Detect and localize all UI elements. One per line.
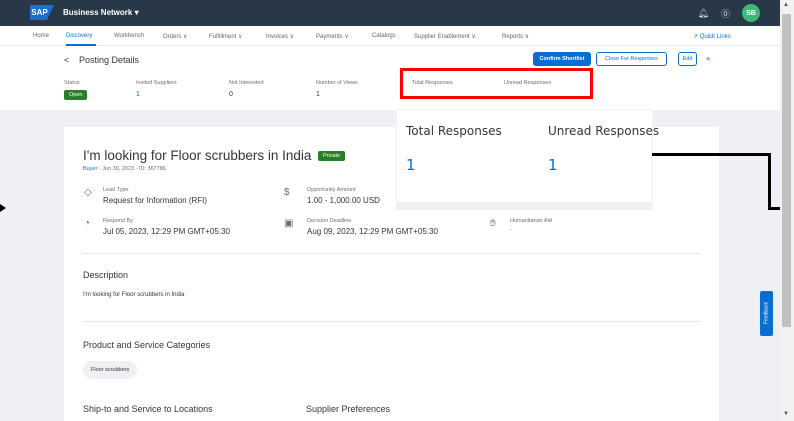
not-interested-value: 0: [229, 91, 233, 98]
posting-meta: Buyer · Jun 30, 2023 · ID: 367786: [83, 166, 166, 172]
respond-by-label: Respond By: [103, 218, 133, 224]
scroll-down-icon[interactable]: ▼: [783, 411, 789, 417]
page-title: Posting Details: [79, 55, 140, 65]
status-label: Status: [64, 80, 80, 86]
category-chip: Floor scrubbers: [83, 361, 138, 379]
quick-links[interactable]: ↗ Quick Links: [693, 33, 731, 40]
connector-line: [652, 153, 771, 156]
close-for-responses-button[interactable]: Close For Responses: [596, 52, 667, 66]
quick-links-label: Quick Links: [699, 34, 731, 40]
zoom-unread-responses-value: 1: [548, 156, 558, 174]
zoom-unread-responses-label: Unread Responses: [548, 124, 660, 138]
invited-suppliers-label: Invited Suppliers: [136, 80, 177, 86]
pointer-arrow-icon: [0, 204, 6, 212]
private-badge: Private: [318, 151, 346, 161]
supplier-preferences-title: Supplier Preferences: [306, 404, 391, 414]
nav-invoices[interactable]: Invoices ∨: [266, 33, 294, 40]
avatar[interactable]: SB: [742, 4, 760, 22]
bell-icon[interactable]: 🔔︎: [698, 8, 709, 19]
share-icon[interactable]: ⋄: [706, 55, 710, 63]
scrollbar-thumb[interactable]: [782, 14, 791, 327]
help-icon[interactable]: ⓪: [721, 7, 730, 20]
calendar-icon: ▣: [284, 218, 294, 229]
product-switcher[interactable]: Business Network ▾: [63, 8, 139, 17]
opportunity-amount-label: Opportunity Amount: [307, 187, 356, 193]
posting-title: I'm looking for Floor scrubbers in India: [83, 148, 312, 163]
zoom-total-responses-label: Total Responses: [406, 124, 502, 138]
connector-line: [768, 153, 771, 210]
nav-catalogs[interactable]: Catalogs: [372, 33, 396, 39]
nav-fulfillment[interactable]: Fulfillment ∨: [209, 33, 242, 40]
nav-discovery[interactable]: Discovery: [66, 33, 92, 39]
invited-suppliers-value[interactable]: 1: [136, 91, 140, 98]
scroll-up-icon[interactable]: ▲: [783, 2, 789, 8]
views-label: Number of Views: [316, 80, 358, 86]
divider: [83, 253, 700, 254]
sap-logo[interactable]: SAP: [30, 5, 54, 20]
back-icon[interactable]: <: [64, 55, 69, 65]
active-tab-indicator: [66, 44, 96, 46]
clock-icon: ◔: [84, 218, 91, 229]
nav-orders[interactable]: Orders ∨: [163, 33, 187, 40]
shell-actions: 🔔︎ ⓪ SB: [698, 4, 760, 22]
nav-home[interactable]: Home: [33, 33, 49, 39]
handshake-icon: ✋︎: [490, 218, 496, 229]
nav-reports[interactable]: Reports ∨: [502, 33, 529, 40]
tag-icon: ◇: [84, 187, 92, 198]
decision-deadline-label: Decision Deadline: [307, 218, 352, 224]
share-arrow-icon: ↗: [693, 34, 700, 40]
money-icon: $: [284, 187, 290, 198]
total-responses-label: Total Responses: [412, 80, 453, 86]
zoom-total-responses-value: 1: [406, 156, 416, 174]
edit-button[interactable]: Edit: [678, 52, 697, 66]
lead-type-label: Lead Type: [103, 187, 129, 193]
respond-by-value: Jul 05, 2023, 12:29 PM GMT+05:30: [103, 227, 230, 236]
main-navigation: Home Discovery Workbench Orders ∨ Fulfil…: [0, 26, 780, 46]
humanitarian-aid-label: Humanitarian Aid: [510, 218, 552, 224]
decision-deadline-value: Aug 09, 2023, 12:29 PM GMT+05:30: [307, 227, 438, 236]
categories-title: Product and Service Categories: [83, 340, 211, 350]
shell-bar: SAP Business Network ▾ 🔔︎ ⓪ SB: [0, 0, 780, 26]
humanitarian-aid-value: -: [510, 227, 512, 233]
not-interested-label: Not Interested: [229, 80, 264, 86]
ship-to-title: Ship-to and Service to Locations: [83, 404, 213, 414]
unread-responses-label: Unread Responses: [504, 80, 552, 86]
lead-type-value: Request for Information (RFI): [103, 196, 208, 205]
nav-workbench[interactable]: Workbench: [114, 33, 144, 39]
description-title: Description: [83, 270, 129, 280]
posting-meta-text: · Jun 30, 2023 · ID: 367786: [97, 166, 166, 172]
zoom-callout-footer: [397, 202, 652, 210]
opportunity-amount-value: 1.00 - 1,000.00 USD: [307, 196, 380, 205]
confirm-shortlist-button[interactable]: Confirm Shortlist: [533, 52, 591, 66]
nav-supplier-enablement[interactable]: Supplier Enablement ∨: [414, 33, 476, 40]
nav-payments[interactable]: Payments ∨: [316, 33, 349, 40]
description-text: I'm looking for Floor scrubbers in India: [83, 292, 185, 298]
buyer-link[interactable]: Buyer: [83, 166, 97, 172]
views-value: 1: [316, 91, 320, 98]
feedback-button[interactable]: Feedback: [760, 291, 773, 336]
divider: [83, 321, 700, 322]
status-badge: Open: [64, 90, 88, 100]
